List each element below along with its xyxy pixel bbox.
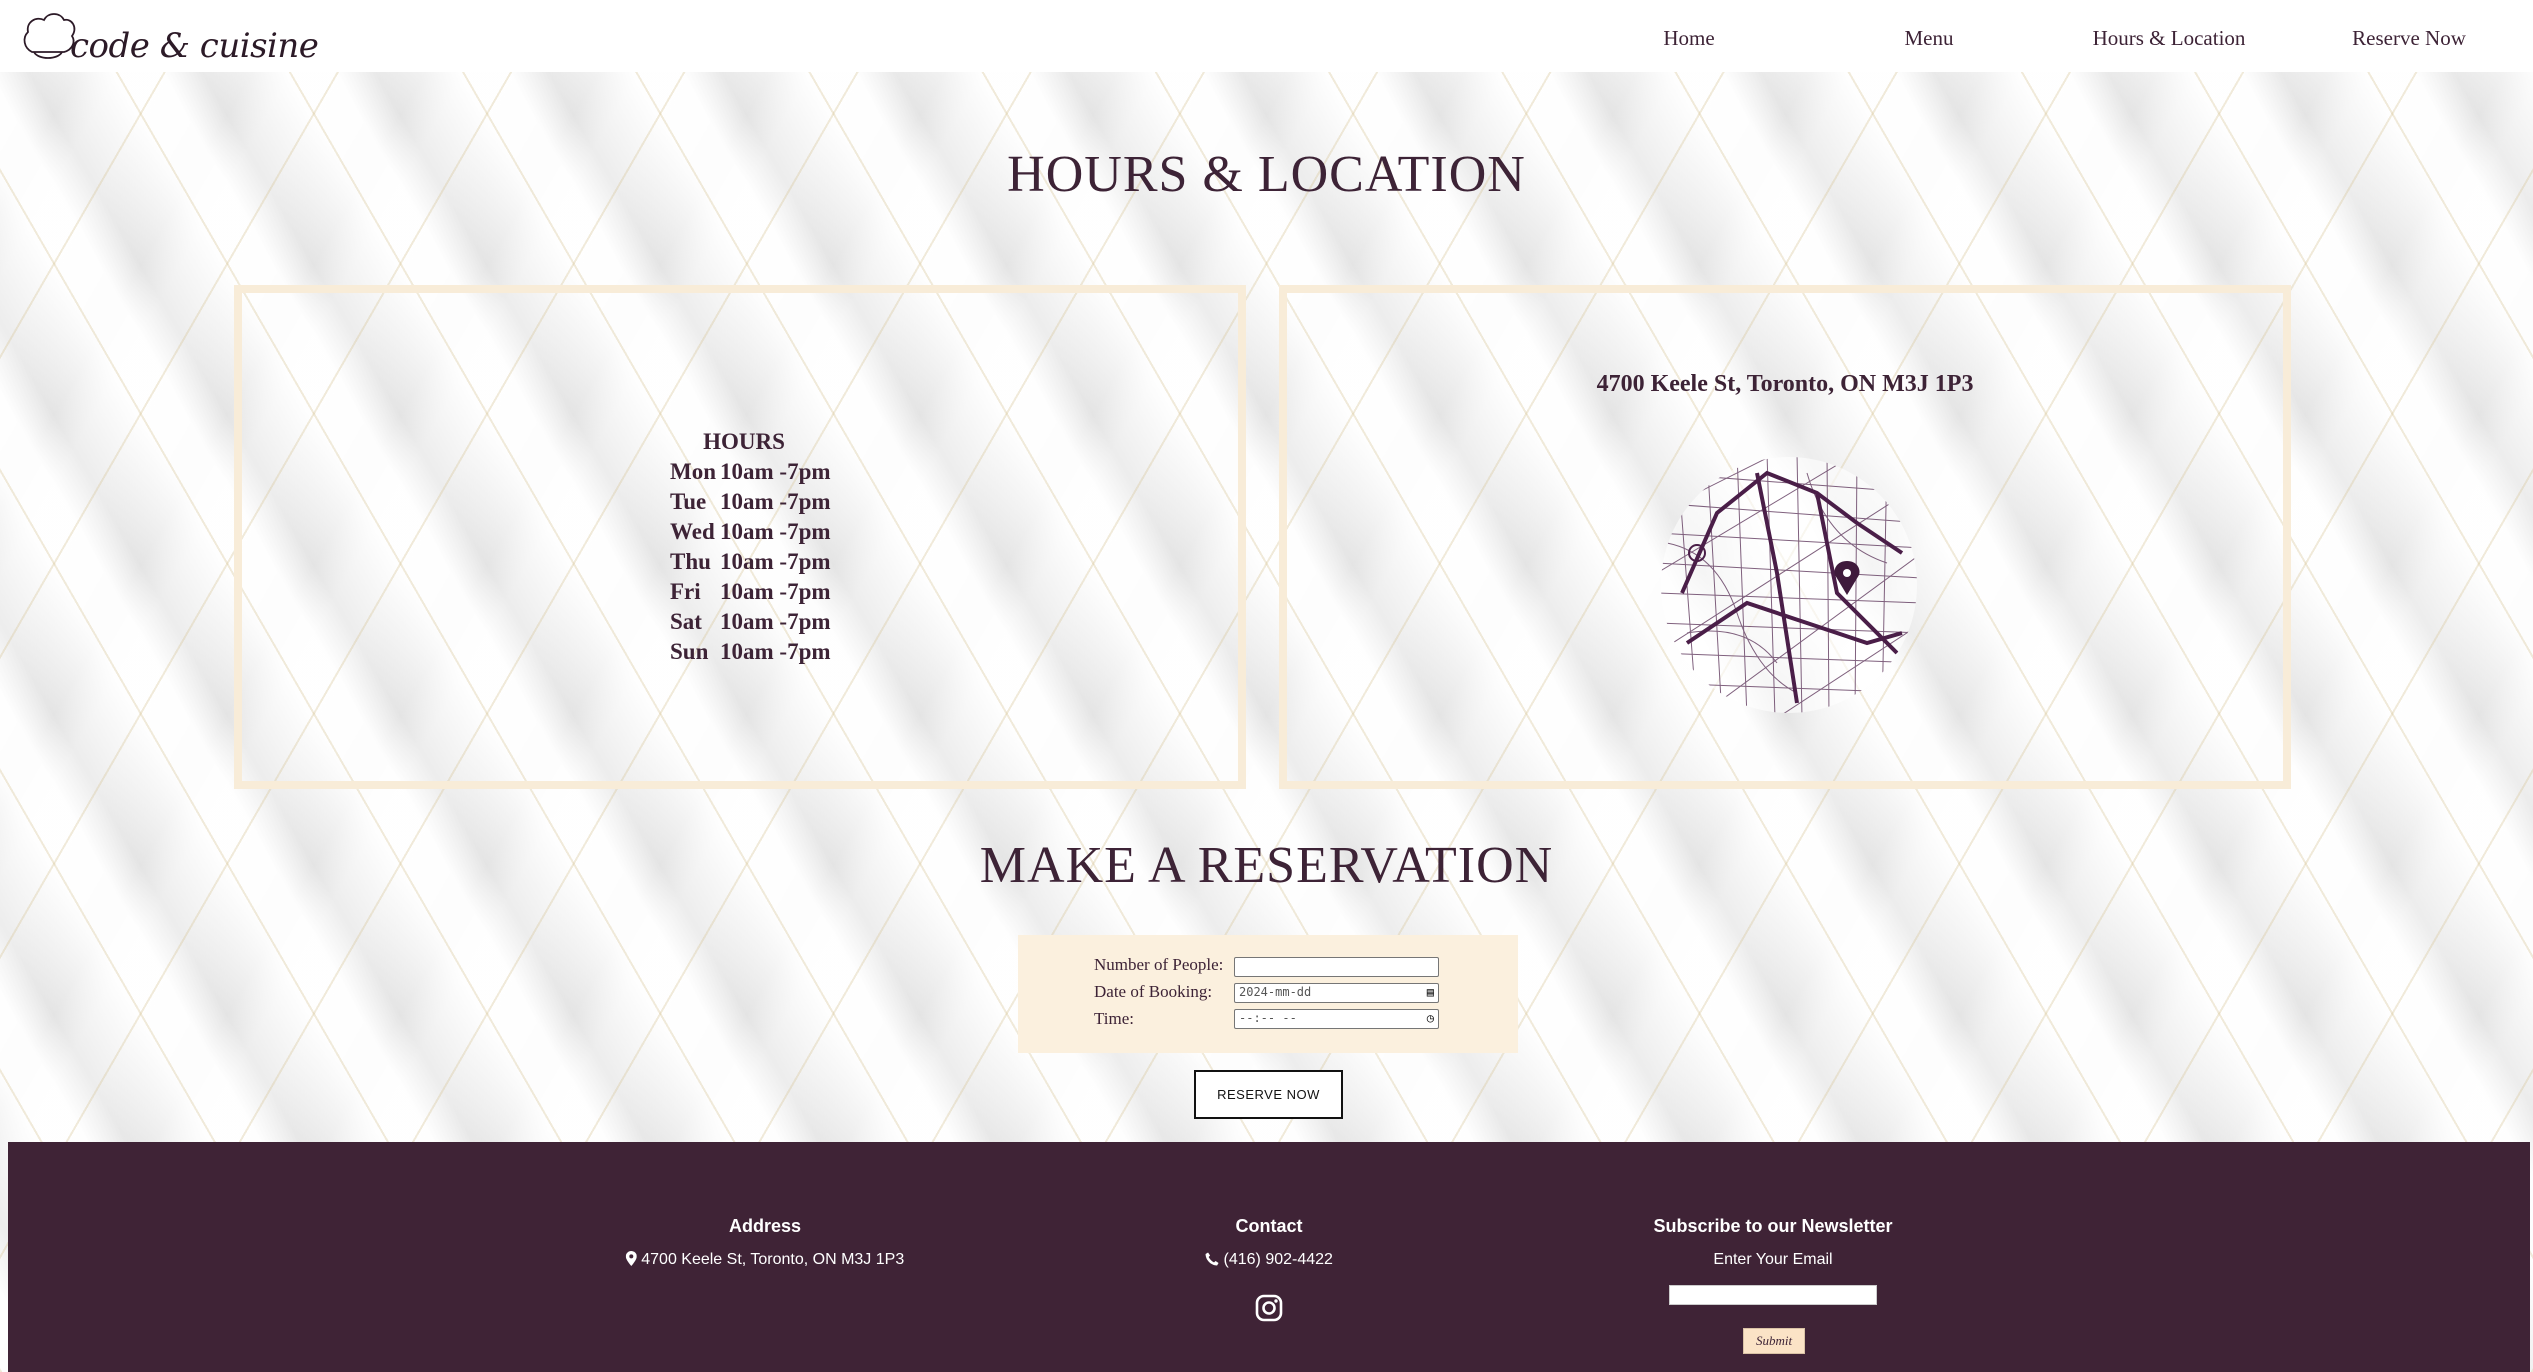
hours-row: Mon 10am -7pm	[670, 457, 831, 487]
site-footer: Address 4700 Keele St, Toronto, ON M3J 1…	[8, 1142, 2530, 1372]
location-panel: 4700 Keele St, Toronto, ON M3J 1P3	[1279, 285, 2291, 789]
hours-day: Wed	[670, 519, 715, 544]
hours-time: 10am -7pm	[720, 639, 831, 664]
hours-panel: HOURS Mon 10am -7pm Tue 10am -7pm Wed 10am …	[234, 285, 1246, 789]
newsletter-prompt: Enter Your Email	[1713, 1251, 1833, 1268]
hours-row: Thu 10am -7pm	[670, 547, 831, 577]
time-input[interactable]: --:-- -- ◷	[1234, 1009, 1439, 1029]
nav-home[interactable]: Home	[1663, 26, 1714, 51]
hours-time: 10am -7pm	[720, 519, 831, 544]
chef-hat-icon	[23, 13, 76, 59]
reservation-form: Number of People: Date of Booking: 2024-…	[1018, 935, 1518, 1053]
footer-contact: Contact (416) 902-4422	[1205, 1216, 1333, 1269]
location-map[interactable]	[1657, 453, 1922, 718]
hours-location-title: HOURS & LOCATION	[1007, 146, 1526, 203]
phone-icon	[1205, 1252, 1219, 1266]
newsletter-email-input[interactable]	[1669, 1285, 1877, 1305]
hours-day: Tue	[670, 489, 707, 514]
instagram-icon[interactable]	[1255, 1294, 1283, 1322]
people-input[interactable]	[1234, 957, 1439, 977]
time-value: --:-- --	[1239, 1011, 1297, 1025]
footer-phone-text: (416) 902-4422	[1223, 1251, 1333, 1268]
hours-day: Thu	[670, 549, 711, 574]
hours-time: 10am -7pm	[720, 579, 831, 604]
hours-day: Sat	[670, 609, 702, 634]
time-label: Time:	[1094, 1009, 1135, 1028]
hours-day: Fri	[670, 579, 701, 604]
hours-list: HOURS Mon 10am -7pm Tue 10am -7pm Wed 10am …	[670, 427, 831, 667]
hours-row: Wed 10am -7pm	[670, 517, 831, 547]
hours-day: Mon	[670, 459, 716, 484]
people-label: Number of People:	[1094, 955, 1224, 974]
footer-contact-heading: Contact	[1235, 1216, 1303, 1236]
hours-time: 10am -7pm	[720, 549, 831, 574]
newsletter-heading: Subscribe to our Newsletter	[1653, 1216, 1893, 1236]
hours-day: Sun	[670, 639, 709, 664]
map-marker-icon	[625, 1251, 637, 1266]
newsletter-submit-button[interactable]: Submit	[1743, 1328, 1805, 1354]
footer-phone-line[interactable]: (416) 902-4422	[1205, 1251, 1333, 1269]
hours-row: Sun 10am -7pm	[670, 637, 831, 667]
hours-time: 10am -7pm	[720, 459, 831, 484]
date-value: 2024-mm-dd	[1239, 985, 1312, 999]
hours-heading: HOURS	[703, 429, 785, 454]
reservation-title: MAKE A RESERVATION	[979, 837, 1554, 894]
footer-address-line: 4700 Keele St, Toronto, ON M3J 1P3	[625, 1251, 905, 1269]
hours-row: Fri 10am -7pm	[670, 577, 831, 607]
site-header: code & cuisine Home Menu Hours & Locatio…	[0, 0, 2533, 72]
nav-menu[interactable]: Menu	[1905, 26, 1954, 51]
date-label: Date of Booking:	[1094, 982, 1213, 1001]
hours-row: Sat 10am -7pm	[670, 607, 831, 637]
footer-newsletter: Subscribe to our Newsletter Enter Your E…	[1653, 1216, 1892, 1269]
nav-hours-location[interactable]: Hours & Location	[2093, 26, 2246, 51]
calendar-icon[interactable]: ▤	[1427, 985, 1434, 999]
footer-address: Address 4700 Keele St, Toronto, ON M3J 1…	[625, 1216, 905, 1269]
logo[interactable]: code & cuisine	[18, 8, 319, 68]
logo-text: code & cuisine	[70, 26, 319, 66]
hours-row: Tue 10am -7pm	[670, 487, 831, 517]
hours-time: 10am -7pm	[720, 609, 831, 634]
location-address: 4700 Keele St, Toronto, ON M3J 1P3	[1596, 371, 1974, 397]
date-input[interactable]: 2024-mm-dd ▤	[1234, 983, 1439, 1003]
footer-address-heading: Address	[728, 1216, 802, 1236]
nav-reserve-now[interactable]: Reserve Now	[2352, 26, 2466, 51]
clock-icon[interactable]: ◷	[1427, 1011, 1434, 1025]
reserve-now-button[interactable]: RESERVE NOW	[1194, 1070, 1343, 1119]
hours-time: 10am -7pm	[720, 489, 831, 514]
footer-address-text: 4700 Keele St, Toronto, ON M3J 1P3	[641, 1251, 905, 1268]
